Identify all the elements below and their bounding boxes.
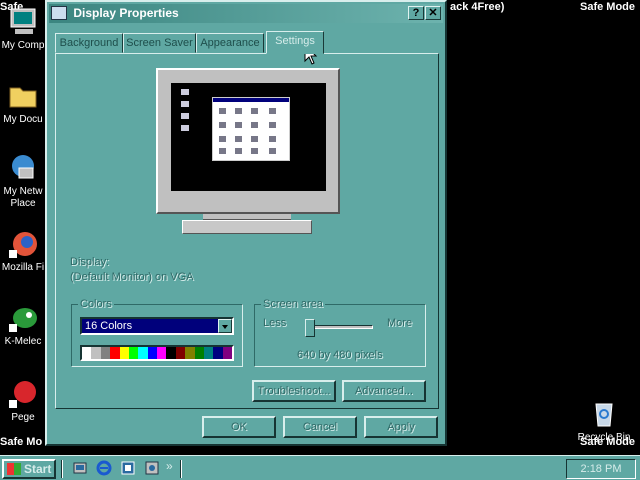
desktop-icon-app[interactable]: Pege: [0, 378, 46, 424]
color-swatch: [91, 347, 101, 359]
tab-screen-saver[interactable]: Screen Saver: [123, 33, 196, 53]
colors-group-label: Colors: [78, 298, 114, 310]
kmeleon-icon: [7, 302, 39, 334]
color-swatch: [119, 347, 129, 359]
color-swatch: [203, 347, 214, 359]
ok-button[interactable]: OK: [202, 416, 276, 438]
troubleshoot-button[interactable]: Troubleshoot...: [252, 380, 336, 402]
show-desktop-icon[interactable]: [72, 460, 88, 476]
safe-mode-label-right: Safe Mode: [580, 1, 636, 13]
channels-icon[interactable]: [120, 460, 136, 476]
color-swatch: [194, 347, 204, 359]
cancel-button[interactable]: Cancel: [283, 416, 357, 438]
folder-icon: [7, 80, 39, 112]
monitor-preview: [156, 68, 340, 214]
network-icon: [7, 152, 39, 184]
display-icon: [51, 5, 67, 20]
chevron-down-icon[interactable]: [218, 319, 232, 333]
firefox-icon: [7, 228, 39, 260]
title-bar[interactable]: Display Properties ? ✕: [49, 4, 443, 23]
desktop-icon-network[interactable]: My Netw Place: [0, 152, 46, 210]
monitor-screen: [171, 83, 326, 197]
settings-panel: Display: (Default Monitor) on VGA Colors…: [55, 53, 439, 409]
safe-mode-label-bottom-left: Safe Mo: [0, 436, 43, 448]
more-label: More: [387, 317, 413, 329]
color-swatch: [157, 347, 167, 359]
internet-explorer-icon[interactable]: [96, 460, 112, 476]
monitor-base: [182, 220, 312, 234]
quick-launch-chevron[interactable]: »: [166, 459, 173, 473]
color-swatch: [138, 347, 148, 359]
display-value: (Default Monitor) on VGA: [70, 271, 194, 283]
windows-logo-icon: [7, 463, 21, 475]
preview-window: [212, 97, 290, 161]
color-swatch: [166, 347, 176, 359]
color-swatch: [147, 347, 157, 359]
color-swatch: [213, 347, 223, 359]
desktop-icon-recycle-bin[interactable]: Recycle Bin: [568, 398, 640, 444]
color-swatch: [222, 347, 232, 359]
resolution-label: 640 by 480 pixels: [297, 349, 383, 361]
start-button[interactable]: Start: [2, 459, 56, 479]
close-icon: ✕: [428, 7, 438, 19]
dialog-title: Display Properties: [73, 6, 179, 20]
less-label: Less: [263, 317, 287, 329]
screen-area-slider-track[interactable]: [305, 325, 373, 329]
colors-select[interactable]: 16 Colors: [80, 317, 234, 335]
color-swatch: [185, 347, 195, 359]
color-swatch: [110, 347, 120, 359]
close-button[interactable]: ✕: [425, 6, 441, 20]
window-title-fragment: ack 4Free): [450, 1, 505, 13]
desktop-icon-mozilla-firefox[interactable]: Mozilla Fi: [0, 228, 46, 274]
desktop-icon-my-documents[interactable]: My Docu: [0, 80, 46, 126]
computer-icon: [7, 6, 39, 38]
color-palette: [80, 345, 234, 361]
media-icon[interactable]: [144, 460, 160, 476]
color-swatch: [82, 347, 92, 359]
advanced-button[interactable]: Advanced...: [342, 380, 426, 402]
colors-group: Colors 16 Colors: [71, 298, 243, 367]
recycle-bin-icon: [588, 398, 620, 430]
color-swatch: [100, 347, 111, 359]
apply-button[interactable]: Apply: [364, 416, 438, 438]
tab-appearance[interactable]: Appearance: [196, 33, 264, 53]
display-label: Display:: [70, 256, 110, 268]
display-properties-dialog: Display Properties ? ✕ Background Screen…: [45, 0, 447, 446]
system-tray-clock[interactable]: 2:18 PM: [566, 459, 636, 479]
color-swatch: [128, 347, 139, 359]
desktop-icon-k-meleon[interactable]: K-Melec: [0, 302, 46, 348]
colors-selected-value: 16 Colors: [85, 320, 133, 332]
app-icon: [7, 378, 39, 410]
taskbar: Start » 2:18 PM: [0, 455, 640, 480]
desktop-icon-my-computer[interactable]: My Comp: [0, 6, 46, 52]
tab-settings[interactable]: Settings: [266, 31, 324, 54]
screen-area-group: Screen area Less More 640 by 480 pixels: [254, 298, 426, 367]
screen-area-group-label: Screen area: [261, 298, 325, 310]
help-button[interactable]: ?: [408, 6, 424, 20]
color-swatch: [175, 347, 186, 359]
screen-area-slider-thumb[interactable]: [305, 319, 315, 337]
tab-background[interactable]: Background: [55, 33, 123, 53]
